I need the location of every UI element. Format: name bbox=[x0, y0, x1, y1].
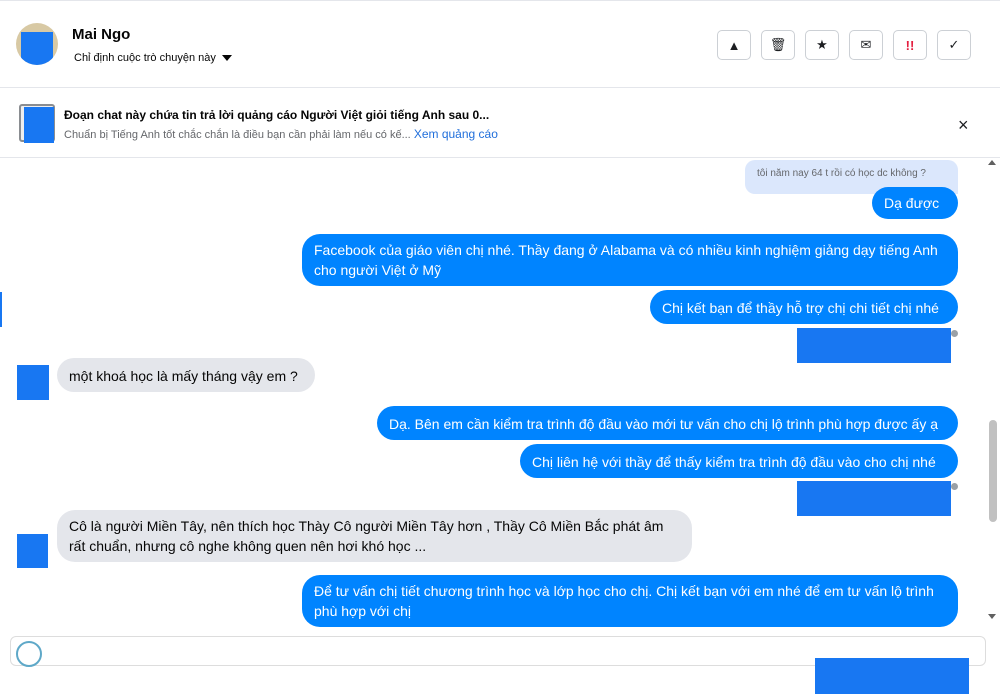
star-icon: ★ bbox=[816, 37, 828, 52]
seen-indicator bbox=[797, 481, 951, 516]
ad-description: Chuẩn bị Tiếng Anh tốt chắc chắn là điều… bbox=[64, 129, 411, 141]
message-bubble[interactable]: một khoá học là mấy tháng vậy em ? bbox=[57, 358, 315, 392]
ad-context-bar bbox=[0, 88, 1000, 158]
avatar bbox=[16, 641, 42, 667]
report-button[interactable]: ▲ bbox=[717, 30, 751, 60]
message-list[interactable]: tôi năm nay 64 t rồi có học dc không ? D… bbox=[0, 158, 986, 628]
mark-done-button[interactable]: ✓ bbox=[937, 30, 971, 60]
close-icon[interactable]: × bbox=[958, 115, 969, 136]
contact-name[interactable]: Mai Ngo bbox=[72, 26, 130, 43]
chevron-down-icon bbox=[221, 55, 232, 61]
assign-label: Chỉ định cuộc trò chuyện này bbox=[74, 52, 216, 64]
action-toolbar: ▲ 🗑 ★ ✉ !! ✓ bbox=[717, 30, 971, 60]
scrollbar[interactable] bbox=[986, 158, 1000, 628]
assign-conversation-dropdown[interactable]: Chỉ định cuộc trò chuyện này bbox=[74, 52, 232, 64]
view-ad-link[interactable]: Xem quảng cáo bbox=[414, 127, 498, 141]
star-button[interactable]: ★ bbox=[805, 30, 839, 60]
delete-button[interactable]: 🗑 bbox=[761, 30, 795, 60]
spam-icon: !! bbox=[905, 37, 915, 53]
trash-icon: 🗑 bbox=[769, 37, 787, 52]
check-icon: ✓ bbox=[948, 37, 960, 52]
mark-unread-button[interactable]: ✉ bbox=[849, 30, 883, 60]
seen-indicator bbox=[797, 328, 951, 363]
seen-dot-icon bbox=[951, 330, 958, 337]
warning-icon: ▲ bbox=[727, 37, 741, 53]
scroll-up-icon[interactable] bbox=[988, 160, 996, 165]
message-bubble[interactable]: Chị liên hệ với thầy để thấy kiểm tra tr… bbox=[520, 444, 958, 478]
message-bubble[interactable]: Để tư vấn chị tiết chương trình học và l… bbox=[302, 575, 958, 627]
message-bubble[interactable]: Dạ. Bên em cần kiểm tra trình độ đầu vào… bbox=[377, 406, 958, 440]
message-bubble[interactable]: Dạ được ạ bbox=[872, 187, 958, 231]
avatar[interactable] bbox=[16, 23, 58, 65]
message-bubble[interactable]: Facebook của giáo viên chị nhé. Thầy đan… bbox=[302, 234, 958, 286]
scrollbar-thumb[interactable] bbox=[989, 420, 997, 522]
seen-dot-icon bbox=[951, 483, 958, 490]
ad-subtitle: Chuẩn bị Tiếng Anh tốt chắc chắn là điều… bbox=[64, 127, 498, 141]
avatar[interactable] bbox=[17, 365, 49, 400]
mail-icon: ✉ bbox=[860, 37, 872, 52]
spam-button[interactable]: !! bbox=[893, 30, 927, 60]
scroll-down-icon[interactable] bbox=[988, 614, 996, 619]
ad-thumbnail[interactable] bbox=[19, 104, 55, 143]
redacted-block bbox=[815, 658, 969, 694]
avatar[interactable] bbox=[17, 534, 48, 568]
message-bubble[interactable]: Chị kết bạn để thầy hỗ trợ chị chi tiết … bbox=[650, 290, 958, 324]
ad-title: Đoạn chat này chứa tin trả lời quảng cáo… bbox=[64, 108, 490, 122]
divider bbox=[0, 292, 2, 327]
message-bubble[interactable]: Cô là người Miền Tây, nên thích học Thày… bbox=[57, 510, 692, 562]
